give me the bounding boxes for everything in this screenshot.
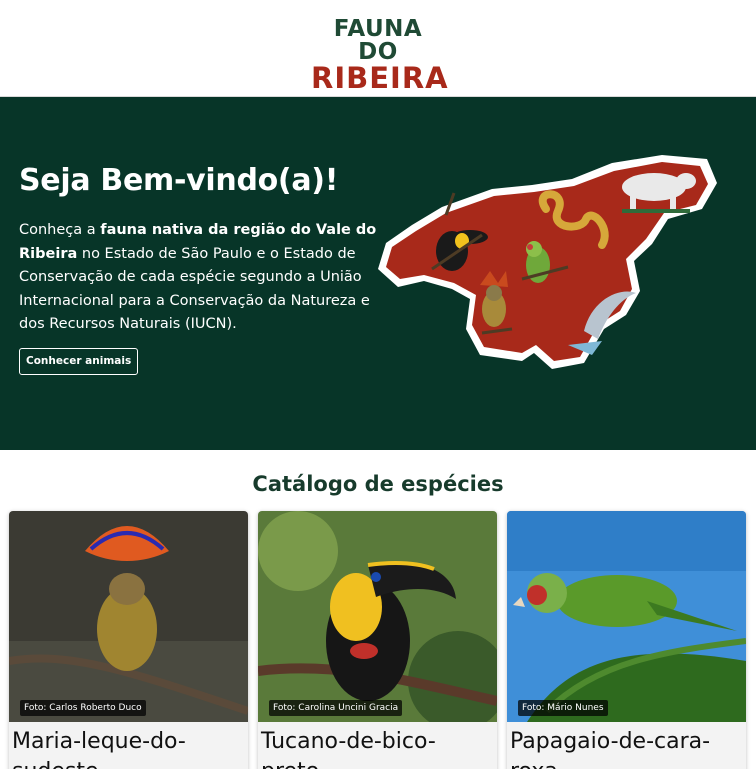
ribeira-map-illustration (378, 155, 717, 369)
photo-credit: Foto: Carolina Uncini Gracia (269, 700, 403, 716)
hero-text-1: Conheça a (19, 222, 101, 238)
hero-description: Conheça a fauna nativa da região do Vale… (19, 219, 379, 337)
hero-title: Seja Bem-vindo(a)! (19, 163, 339, 198)
species-card[interactable]: Foto: Carlos Roberto Duco Maria-leque-do… (9, 511, 248, 769)
logo-line-1: FAUNA DO (333, 16, 423, 65)
photo-credit: Foto: Carlos Roberto Duco (20, 700, 146, 716)
species-name: Tucano-de-bico-preto (261, 729, 436, 769)
species-card[interactable]: Foto: Carolina Uncini Gracia Tucano-de-b… (258, 511, 497, 769)
meet-animals-button[interactable]: Conhecer animais (19, 348, 139, 375)
species-name: Papagaio-de-cara-roxa (510, 729, 711, 769)
species-name: Maria-leque-do-sudeste (12, 729, 186, 769)
species-photo (9, 511, 248, 722)
site-logo[interactable]: FAUNA DO RIBEIRA (311, 16, 449, 95)
site-header: FAUNA DO RIBEIRA (0, 0, 756, 97)
catalog-title: Catálogo de espécies (252, 472, 504, 496)
species-card[interactable]: Foto: Mário Nunes Papagaio-de-cara-roxa (507, 511, 746, 769)
logo-line-2: RIBEIRA (311, 61, 449, 95)
hero-section: Seja Bem-vindo(a)! Conheça a fauna nativ… (0, 97, 756, 450)
photo-credit: Foto: Mário Nunes (518, 700, 608, 716)
species-photo (507, 511, 746, 722)
species-photo (258, 511, 497, 722)
